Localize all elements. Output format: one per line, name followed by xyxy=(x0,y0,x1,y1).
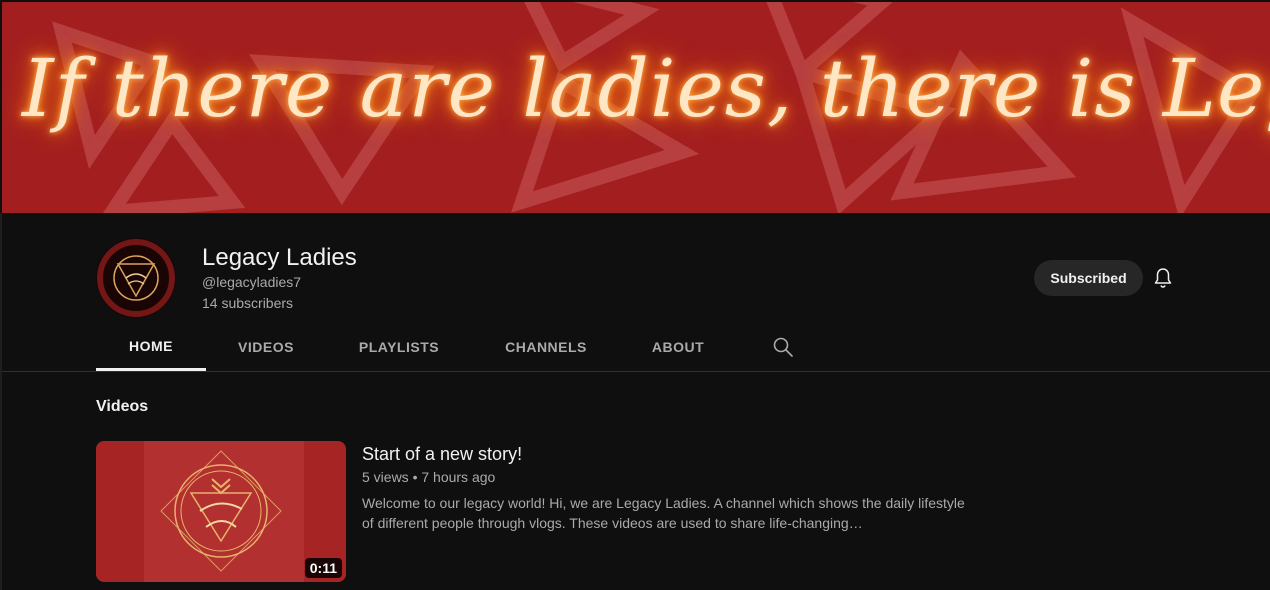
tabs-divider xyxy=(2,371,1270,372)
tab-playlists[interactable]: PLAYLISTS xyxy=(326,323,472,371)
left-border xyxy=(0,213,2,590)
video-meta: 5 views • 7 hours ago xyxy=(362,469,496,485)
channel-handle: @legacyladies7 xyxy=(202,274,302,290)
avatar-logo-icon xyxy=(96,238,176,318)
section-title: Videos xyxy=(96,398,149,415)
channel-banner: If there are ladies, there is Legacy! xyxy=(2,2,1270,213)
video-duration: 0:11 xyxy=(304,558,342,578)
banner-slogan: If there are ladies, there is Legacy! xyxy=(22,42,1270,135)
channel-avatar[interactable] xyxy=(96,238,176,318)
search-icon[interactable] xyxy=(772,336,794,358)
subscribed-button[interactable]: Subscribed xyxy=(1034,260,1143,296)
channel-name: Legacy Ladies xyxy=(202,244,357,271)
video-title[interactable]: Start of a new story! xyxy=(362,444,522,465)
tab-channels[interactable]: CHANNELS xyxy=(472,323,620,371)
video-description: Welcome to our legacy world! Hi, we are … xyxy=(362,495,965,531)
tab-videos[interactable]: VIDEOS xyxy=(206,323,326,371)
video-thumbnail[interactable]: 0:11 xyxy=(96,441,346,582)
bell-icon[interactable] xyxy=(1151,266,1175,290)
subscriber-count: 14 subscribers xyxy=(202,295,294,311)
tab-about[interactable]: ABOUT xyxy=(620,323,736,371)
tab-home[interactable]: HOME xyxy=(96,323,206,371)
